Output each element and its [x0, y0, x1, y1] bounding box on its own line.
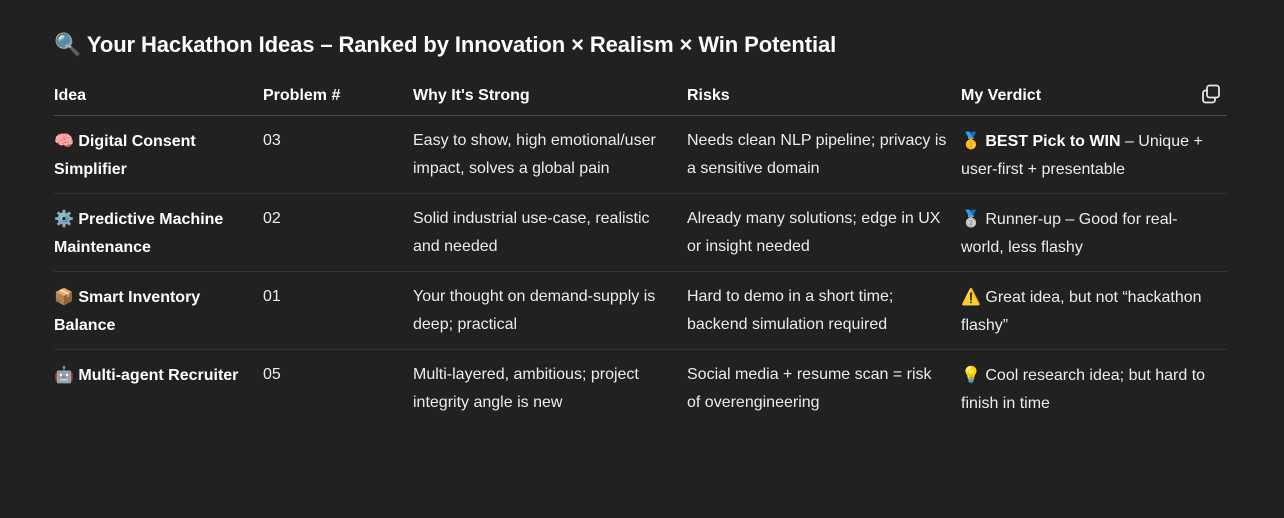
warning-icon: ⚠️	[961, 287, 981, 306]
risks-cell: Already many solutions; edge in UX or in…	[687, 193, 961, 272]
section-title: Your Hackathon Ideas – Ranked by Innovat…	[86, 32, 837, 57]
problem-number: 01	[263, 271, 413, 350]
idea-name: Multi-agent Recruiter	[78, 367, 239, 384]
risks-cell: Needs clean NLP pipeline; privacy is a s…	[687, 115, 961, 194]
verdict-cell: 💡 Cool research idea; but hard to finish…	[961, 350, 1227, 428]
brain-icon: 🧠	[54, 131, 74, 150]
verdict-cell: ⚠️ Great idea, but not “hackathon flashy…	[961, 271, 1227, 350]
table-row: 🤖 Multi-agent Recruiter 05 Multi-layered…	[54, 350, 1227, 428]
robot-icon: 🤖	[54, 365, 74, 384]
header-risks: Risks	[687, 81, 961, 116]
idea-name: Digital Consent Simplifier	[54, 133, 196, 178]
strength-cell: Multi-layered, ambitious; project integr…	[413, 366, 639, 411]
problem-number: 02	[263, 193, 413, 272]
idea-name: Smart Inventory Balance	[54, 289, 201, 334]
verdict-highlight: BEST Pick to WIN	[985, 133, 1121, 150]
verdict-cell: 🥇 BEST Pick to WIN – Unique + user-first…	[961, 115, 1227, 194]
header-strength: Why It's Strong	[413, 81, 687, 116]
ideas-table: Idea Problem # Why It's Strong Risks My …	[54, 81, 1227, 427]
verdict-text: Cool research idea; but hard to finish i…	[961, 367, 1206, 412]
package-icon: 📦	[54, 287, 74, 306]
risks-cell: Hard to demo in a short time; backend si…	[687, 271, 961, 350]
strength-cell: Solid industrial use-case, realistic and…	[413, 193, 687, 272]
section-heading: 🔍 Your Hackathon Ideas – Ranked by Innov…	[54, 32, 836, 58]
table-row: 📦 Smart Inventory Balance 01 Your though…	[54, 271, 1227, 350]
header-problem: Problem #	[263, 81, 413, 116]
idea-cell: 🤖 Multi-agent Recruiter	[54, 350, 263, 428]
idea-cell: 📦 Smart Inventory Balance	[54, 271, 263, 350]
table-row: ⚙️ Predictive Machine Maintenance 02 Sol…	[54, 193, 1227, 272]
table-header-row: Idea Problem # Why It's Strong Risks My …	[54, 81, 1227, 116]
idea-cell: 🧠 Digital Consent Simplifier	[54, 115, 263, 194]
header-idea: Idea	[54, 81, 263, 116]
idea-name: Predictive Machine Maintenance	[54, 211, 224, 256]
idea-cell: ⚙️ Predictive Machine Maintenance	[54, 193, 263, 272]
gear-icon: ⚙️	[54, 209, 74, 228]
problem-number: 05	[263, 366, 281, 383]
verdict-text: Great idea, but not “hackathon flashy”	[961, 289, 1202, 334]
lightbulb-icon: 💡	[961, 365, 981, 384]
magnifier-icon: 🔍	[54, 33, 82, 58]
strength-cell: Easy to show, high emotional/user impact…	[413, 115, 687, 194]
problem-number: 03	[263, 115, 413, 194]
header-verdict: My Verdict	[961, 81, 1227, 116]
verdict-cell: 🥈 Runner-up – Good for real-world, less …	[961, 193, 1227, 272]
silver-medal-icon: 🥈	[961, 209, 981, 228]
strength-cell: Your thought on demand-supply is deep; p…	[413, 271, 687, 350]
risks-cell: Social media + resume scan = risk of ove…	[687, 366, 932, 411]
gold-medal-icon: 🥇	[961, 131, 981, 150]
verdict-text: Runner-up – Good for real-world, less fl…	[961, 211, 1178, 256]
table-row: 🧠 Digital Consent Simplifier 03 Easy to …	[54, 115, 1227, 194]
